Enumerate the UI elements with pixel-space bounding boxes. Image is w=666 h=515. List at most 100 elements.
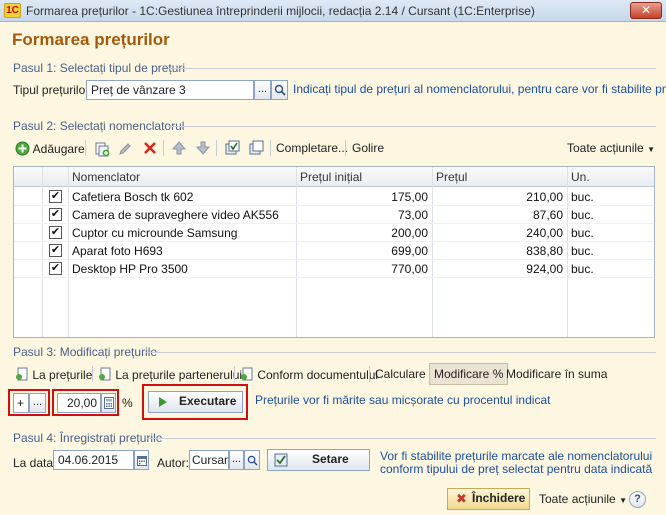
row-price[interactable]: 210,00	[436, 190, 563, 204]
arrow-down-icon	[195, 141, 211, 155]
step3-hint-link[interactable]: Prețurile vor fi mărite sau micșorate cu…	[255, 393, 550, 407]
delete-row-button[interactable]	[143, 141, 157, 158]
row-initial-price: 699,00	[391, 244, 428, 258]
price-doc-icon	[99, 367, 111, 381]
col-header-nomenclator[interactable]: Nomenclator	[72, 170, 140, 184]
row-unit: buc.	[571, 190, 594, 204]
dropdown-arrow-icon: ▼	[647, 145, 655, 154]
set-button[interactable]: Setare	[267, 449, 370, 471]
author-search-button[interactable]	[244, 450, 260, 470]
row-nomenclator: Aparat foto H693	[72, 244, 163, 258]
arrow-up-icon	[171, 141, 187, 155]
sign-field[interactable]: +	[13, 393, 29, 413]
check-all-button[interactable]	[225, 140, 241, 159]
row-unit: buc.	[571, 262, 594, 276]
move-up-button[interactable]	[171, 141, 187, 158]
tab-partner-prices[interactable]: La prețurile partenerului	[98, 367, 242, 382]
tab-modify-percent[interactable]: Modificare %	[429, 363, 509, 385]
copy-row-button[interactable]	[94, 141, 110, 160]
execute-button[interactable]: Executare	[148, 391, 243, 413]
row-unit: buc.	[571, 208, 594, 222]
row-nomenclator: Cuptor cu microunde Samsung	[72, 226, 238, 240]
window-titlebar: 1C Formarea prețurilor - 1C:Gestiunea în…	[0, 0, 666, 22]
price-type-field[interactable]: Preț de vânzare 3	[86, 80, 254, 100]
step3-divider	[145, 352, 656, 353]
play-icon	[159, 397, 167, 407]
add-button-label: Adăugare	[32, 142, 85, 156]
tab-modify-amount[interactable]: Modificare în suma	[506, 367, 607, 381]
author-select-button[interactable]: ...	[229, 450, 244, 470]
row-price[interactable]: 87,60	[436, 208, 563, 222]
step4-section-label: Pasul 4: Înregistrați prețurile	[13, 431, 163, 445]
pencil-icon	[119, 143, 131, 155]
close-button[interactable]: ✖ Închidere	[447, 488, 530, 510]
step4-hint-line1: Vor fi stabilite prețurile marcate ale n…	[380, 449, 653, 463]
row-checkbox[interactable]: ✔	[49, 190, 62, 203]
tab-by-document[interactable]: Conform documentului	[240, 367, 378, 382]
set-prices-icon	[274, 453, 288, 467]
row-checkbox[interactable]: ✔	[49, 208, 62, 221]
row-price[interactable]: 240,00	[436, 226, 563, 240]
tab-calculate[interactable]: Calculare	[375, 367, 426, 381]
col-header-initial-price[interactable]: Prețul inițial	[300, 170, 362, 184]
price-type-search-button[interactable]	[271, 80, 288, 100]
row-price[interactable]: 924,00	[436, 262, 563, 276]
tab-at-prices[interactable]: La prețurile	[15, 367, 92, 382]
row-unit: buc.	[571, 226, 594, 240]
toolbar-separator	[345, 140, 346, 156]
nomenclature-table: Nomenclator Prețul inițial Prețul Un. ✔ …	[13, 166, 655, 338]
footer-all-actions-menu[interactable]: Toate acțiunile ▼	[539, 492, 627, 506]
toolbar-separator	[216, 140, 217, 156]
toolbar-separator	[85, 140, 86, 156]
author-field[interactable]: Cursant	[189, 450, 229, 470]
tab-label: Conform documentului	[257, 368, 379, 382]
complete-button[interactable]: Completare...	[276, 141, 348, 155]
delete-x-icon	[144, 142, 156, 154]
row-price[interactable]: 838,80	[436, 244, 563, 258]
copy-add-icon	[95, 142, 110, 157]
close-label: Închidere	[472, 491, 526, 505]
calculator-icon	[103, 397, 114, 409]
col-header-unit[interactable]: Un.	[571, 170, 590, 184]
toolbar-separator	[234, 366, 235, 382]
close-x-icon: ✖	[456, 491, 467, 506]
check-all-icon	[225, 140, 240, 155]
step1-hint-link[interactable]: Indicați tipul de prețuri al nomenclator…	[293, 82, 666, 96]
window-close-button[interactable]: ✕	[630, 2, 662, 19]
percent-sign-label: %	[122, 396, 133, 410]
edit-row-button[interactable]	[118, 141, 133, 159]
step2-section-label: Pasul 2: Selectați nomenclatorul	[13, 119, 185, 133]
date-picker-button[interactable]	[134, 450, 149, 470]
clear-button[interactable]: Golire	[352, 141, 384, 155]
sign-select-button[interactable]: ...	[29, 393, 46, 413]
price-type-select-button[interactable]: ...	[254, 80, 271, 100]
table-row[interactable]: ✔ Aparat foto H693 699,00 838,80 buc.	[14, 242, 654, 260]
calendar-icon	[136, 456, 147, 466]
table-row[interactable]: ✔ Desktop HP Pro 3500 770,00 924,00 buc.	[14, 260, 654, 278]
row-checkbox[interactable]: ✔	[49, 262, 62, 275]
uncheck-all-button[interactable]	[249, 140, 265, 159]
help-button[interactable]: ?	[629, 491, 646, 508]
date-field[interactable]: 04.06.2015	[53, 450, 134, 470]
table-header: Nomenclator Prețul inițial Prețul Un.	[14, 167, 654, 187]
price-doc-icon	[241, 367, 253, 381]
move-down-button[interactable]	[195, 141, 211, 158]
step1-section-label: Pasul 1: Selectați tipul de prețuri	[13, 61, 186, 75]
calculator-button[interactable]	[101, 393, 116, 413]
author-label: Autor:	[157, 456, 190, 470]
row-initial-price: 770,00	[391, 262, 428, 276]
page-title: Formarea prețurilor	[12, 30, 170, 49]
table-row[interactable]: ✔ Camera de supraveghere video AK556 73,…	[14, 206, 654, 224]
all-actions-menu[interactable]: Toate acțiunile ▼	[567, 141, 655, 155]
row-checkbox[interactable]: ✔	[49, 244, 62, 257]
col-header-price[interactable]: Prețul	[436, 170, 467, 184]
add-button[interactable]: Adăugare	[15, 141, 85, 156]
step1-divider	[168, 68, 656, 69]
table-row[interactable]: ✔ Cuptor cu microunde Samsung 200,00 240…	[14, 224, 654, 242]
row-checkbox[interactable]: ✔	[49, 226, 62, 239]
table-row[interactable]: ✔ Cafetiera Bosch tk 602 175,00 210,00 b…	[14, 188, 654, 206]
search-icon	[274, 84, 286, 96]
toolbar-separator	[369, 366, 370, 382]
percent-field[interactable]: 20,00	[57, 393, 101, 413]
toolbar-separator	[163, 140, 164, 156]
